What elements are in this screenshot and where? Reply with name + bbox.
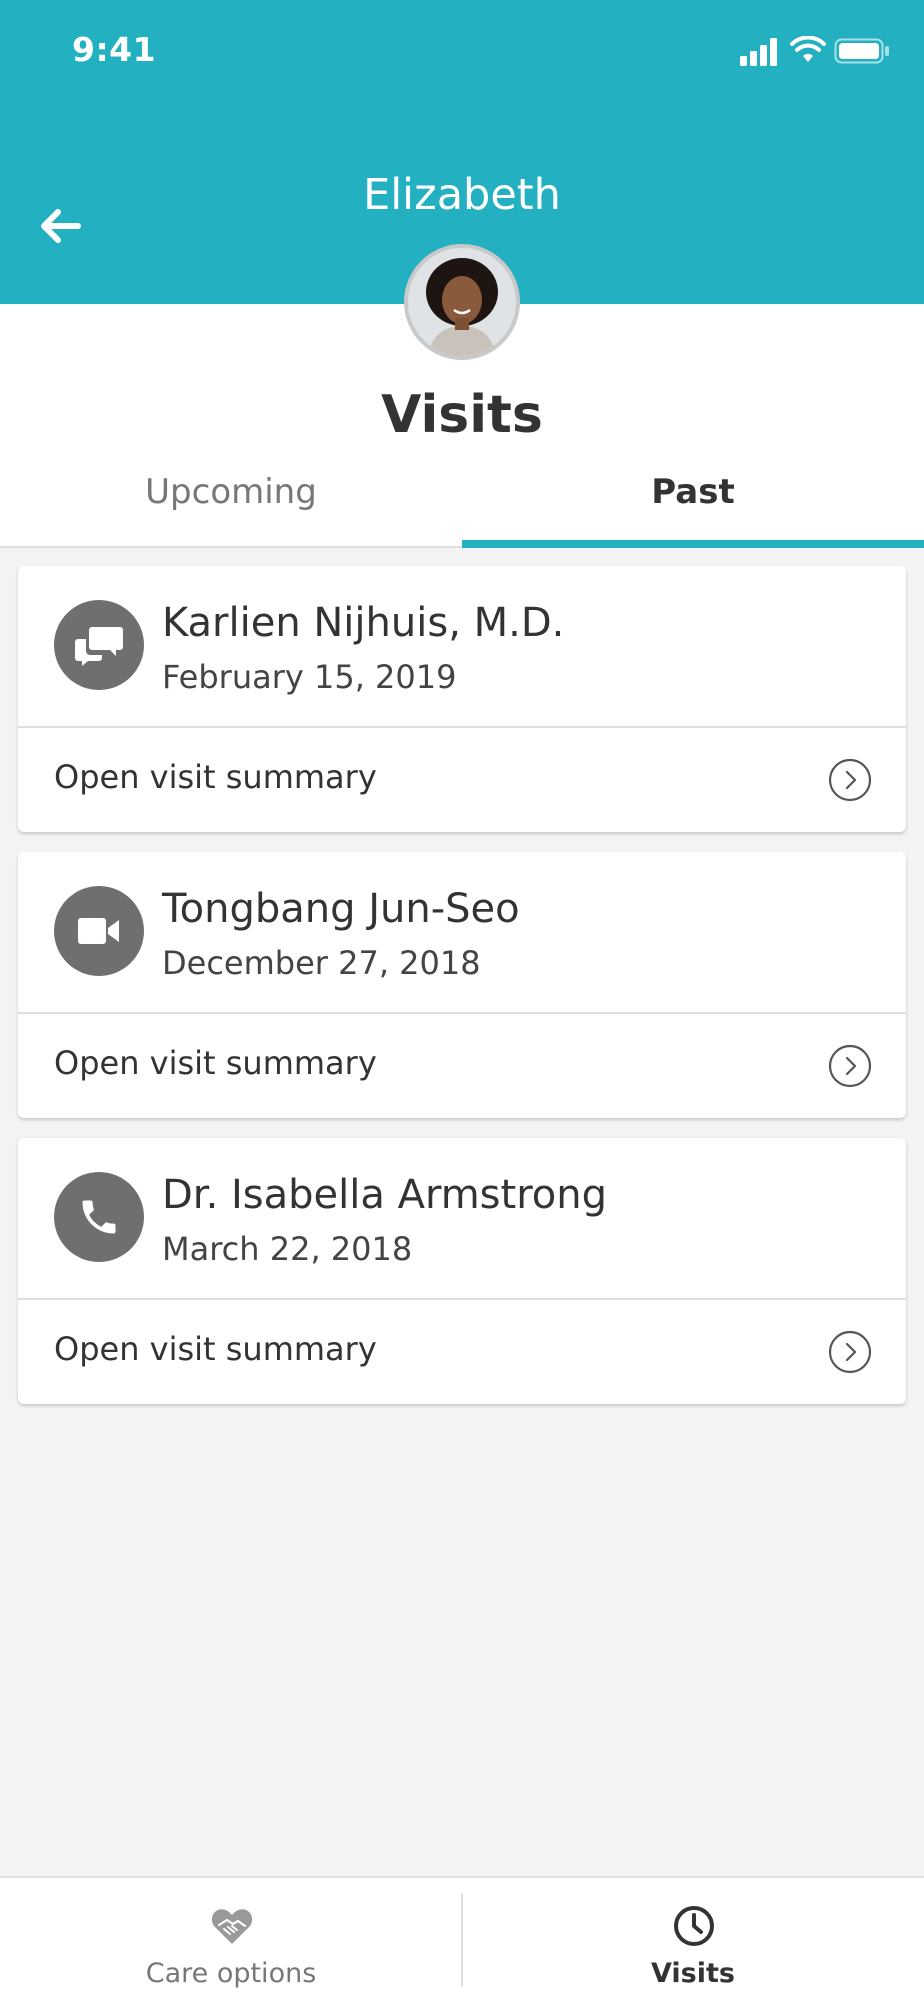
phone-icon bbox=[54, 1172, 144, 1262]
chevron-right-circle-icon bbox=[828, 1330, 872, 1374]
visit-card: Karlien Nijhuis, M.D. February 15, 2019 … bbox=[18, 566, 906, 832]
page-title: Visits bbox=[381, 385, 543, 445]
tabbar-visits-label: Visits bbox=[651, 1958, 735, 1989]
wifi-icon bbox=[790, 36, 826, 62]
bottom-tab-bar: Care options Visits bbox=[0, 1876, 924, 2000]
tab-upcoming[interactable]: Upcoming bbox=[0, 462, 462, 546]
chat-icon bbox=[54, 600, 144, 690]
provider-name: Dr. Isabella Armstrong bbox=[162, 1172, 607, 1218]
open-visit-summary-button[interactable]: Open visit summary bbox=[18, 1014, 906, 1118]
avatar bbox=[404, 244, 520, 360]
visit-date: February 15, 2019 bbox=[162, 658, 457, 696]
tabbar-care-options-label: Care options bbox=[145, 1958, 317, 1989]
summary-label: Open visit summary bbox=[54, 1044, 377, 1082]
tabbar-visits[interactable]: Visits bbox=[462, 1878, 924, 2000]
status-bar: 9:41 bbox=[0, 0, 924, 100]
active-tab-indicator bbox=[462, 540, 924, 548]
open-visit-summary-button[interactable]: Open visit summary bbox=[18, 728, 906, 832]
signal-icon bbox=[740, 38, 777, 66]
visit-date: December 27, 2018 bbox=[162, 944, 481, 982]
visit-date: March 22, 2018 bbox=[162, 1230, 413, 1268]
handshake-heart-icon bbox=[211, 1909, 253, 1944]
summary-label: Open visit summary bbox=[54, 1330, 377, 1368]
chevron-right-circle-icon bbox=[828, 758, 872, 802]
visit-card: Tongbang Jun-Seo December 27, 2018 Open … bbox=[18, 852, 906, 1118]
tabbar-care-options[interactable]: Care options bbox=[0, 1878, 462, 2000]
clock-icon bbox=[674, 1906, 714, 1946]
summary-label: Open visit summary bbox=[54, 758, 377, 796]
video-camera-icon bbox=[54, 886, 144, 976]
status-time: 9:41 bbox=[72, 30, 157, 69]
provider-name: Tongbang Jun-Seo bbox=[162, 886, 520, 932]
tab-past[interactable]: Past bbox=[462, 462, 924, 546]
profile-name: Elizabeth bbox=[363, 170, 561, 220]
visit-card: Dr. Isabella Armstrong March 22, 2018 Op… bbox=[18, 1138, 906, 1404]
provider-name: Karlien Nijhuis, M.D. bbox=[162, 600, 565, 646]
profile-photo bbox=[408, 248, 516, 356]
chevron-right-circle-icon bbox=[828, 1044, 872, 1088]
battery-icon bbox=[834, 38, 889, 64]
open-visit-summary-button[interactable]: Open visit summary bbox=[18, 1300, 906, 1404]
